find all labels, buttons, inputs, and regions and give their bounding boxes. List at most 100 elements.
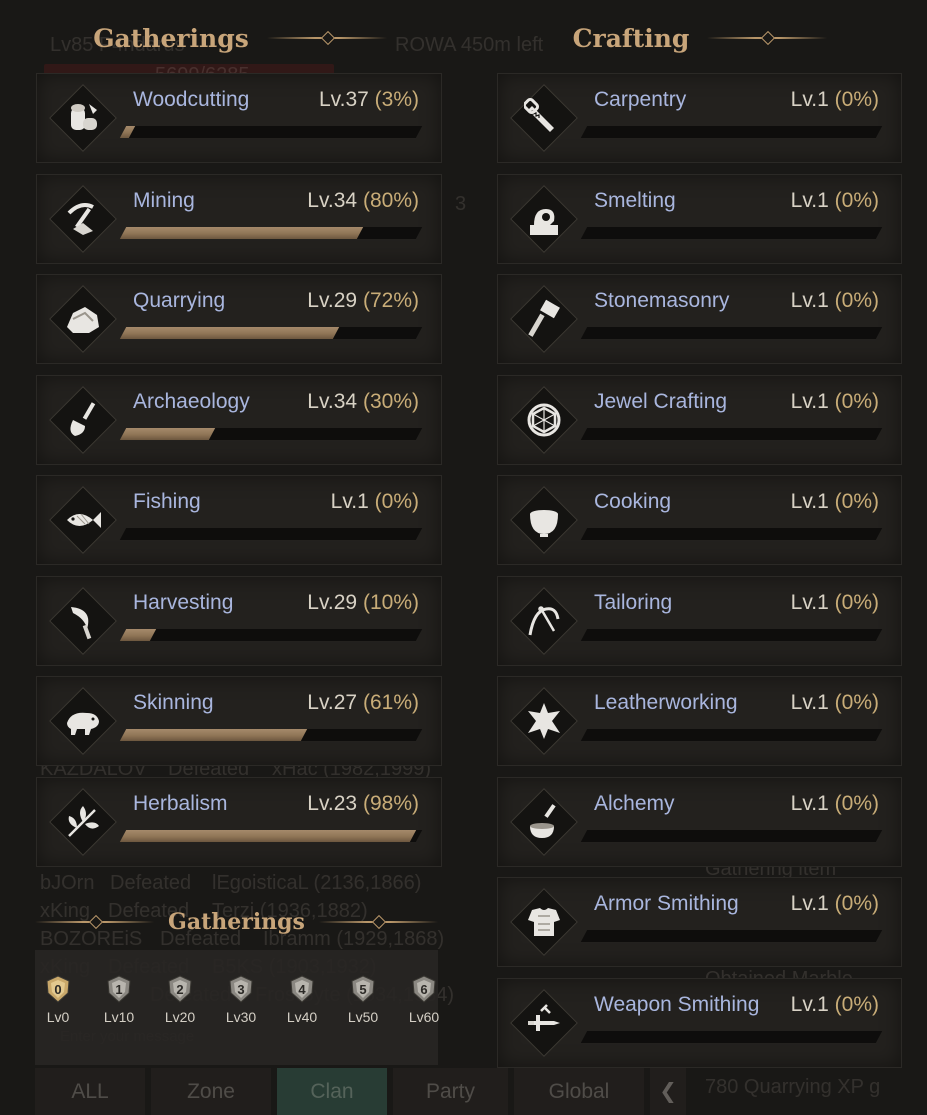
skill-card-archaeology[interactable]: Archaeology Lv.34 (30%): [36, 374, 442, 465]
chat-tab-all[interactable]: ALL: [35, 1068, 145, 1115]
skill-level-value: Lv.1: [790, 289, 829, 312]
milestones-header-label: Gatherings: [168, 909, 305, 935]
skill-icon-frame: [510, 787, 578, 856]
skill-name: Tailoring: [594, 590, 673, 614]
ornament-divider: [707, 37, 828, 39]
skill-card-mining[interactable]: Mining Lv.34 (80%): [36, 173, 442, 264]
skill-level-value: Lv.1: [330, 490, 369, 513]
skill-name: Skinning: [133, 691, 214, 714]
skill-level-value: Lv.1: [790, 892, 829, 915]
skill-progress-fill: [119, 126, 136, 138]
skill-progress-bar: [119, 427, 423, 440]
skill-name: Carpentry: [594, 88, 687, 111]
gathering-header: Gatherings: [40, 18, 440, 58]
skill-progress-bar: [119, 226, 423, 239]
ornament-divider: [35, 921, 155, 923]
milestone-lv60[interactable]: 6 Lv60: [399, 975, 449, 1025]
milestone-lv30[interactable]: 3 Lv30: [216, 975, 266, 1025]
ornament-divider: [266, 37, 387, 39]
skill-level: Lv.1 (0%): [791, 289, 879, 313]
milestone-lv50[interactable]: 5 Lv50: [338, 975, 388, 1025]
skill-icon-frame: [510, 84, 578, 152]
skill-card-smelting[interactable]: Smelting Lv.1 (0%): [497, 173, 902, 264]
boar-icon: [67, 712, 99, 735]
skill-progress-bar: [580, 226, 883, 239]
skill-card-leatherworking[interactable]: Leatherworking Lv.1 (0%): [497, 676, 902, 766]
chat-tabs: ALL Zone Clan Party Global ❮: [35, 1068, 686, 1115]
skill-card-herbalism[interactable]: Herbalism Lv.23 (98%): [36, 776, 442, 867]
skill-icon-frame: [510, 385, 578, 454]
skill-card-armor-smithing[interactable]: Armor Smithing Lv.1 (0%): [497, 877, 902, 967]
stone-icon: [67, 307, 99, 333]
skill-progress-fill: [119, 829, 417, 842]
skill-level: Lv.1 (0%): [331, 490, 419, 514]
skill-progress-fill: [580, 729, 588, 741]
skill-level-value: Lv.29: [307, 289, 358, 312]
skill-name: Cooking: [594, 490, 672, 513]
shovel-icon: [70, 401, 96, 436]
skill-level-percent: (0%): [834, 892, 879, 915]
skill-card-carpentry[interactable]: Carpentry Lv.1 (0%): [497, 73, 902, 163]
skill-name: Woodcutting: [133, 88, 250, 111]
milestone-lv20[interactable]: 2 Lv20: [155, 975, 205, 1025]
skill-level-percent: (0%): [374, 490, 419, 513]
skill-card-jewel-crafting[interactable]: Jewel Crafting Lv.1 (0%): [497, 374, 902, 465]
skill-progress-fill: [119, 628, 156, 641]
milestone-label: Lv20: [164, 1009, 196, 1025]
milestone-label: Lv40: [286, 1009, 318, 1025]
skill-progress-bar: [580, 427, 883, 440]
skill-icon-frame: [49, 486, 117, 554]
chat-tab-zone[interactable]: Zone: [151, 1068, 271, 1115]
skill-card-fishing[interactable]: Fishing Lv.1 (0%): [36, 475, 442, 565]
skill-level-value: Lv.1: [790, 188, 829, 212]
skill-progress-fill: [119, 528, 127, 540]
skill-name: Weapon Smithing: [594, 992, 760, 1016]
skill-level-percent: (0%): [834, 490, 879, 513]
skill-progress-bar: [119, 327, 423, 339]
bg-text: 780 Quarrying XP g: [705, 1076, 881, 1098]
skill-level: Lv.1 (0%): [791, 792, 879, 816]
skill-icon-frame: [510, 988, 578, 1057]
skill-card-tailoring[interactable]: Tailoring Lv.1 (0%): [497, 575, 902, 666]
milestone-lv0[interactable]: 0 Lv0: [33, 975, 83, 1025]
bg-text: 3: [455, 193, 467, 215]
skill-progress-bar: [580, 628, 883, 641]
log-icon: [71, 104, 97, 130]
hammer-icon: [528, 299, 560, 337]
milestone-lv10[interactable]: 1 Lv10: [94, 975, 144, 1025]
skill-level: Lv.23 (98%): [307, 792, 419, 816]
furnace-icon: [530, 208, 558, 235]
skill-level-value: Lv.27: [307, 691, 358, 714]
skill-icon-frame: [49, 687, 117, 755]
chat-tab-clan[interactable]: Clan: [277, 1068, 387, 1115]
armor-icon: [528, 908, 560, 936]
skill-card-alchemy[interactable]: Alchemy Lv.1 (0%): [497, 776, 902, 867]
skill-level-percent: (61%): [362, 691, 419, 714]
skill-card-stonemasonry[interactable]: Stonemasonry Lv.1 (0%): [497, 274, 902, 364]
skill-level-percent: (0%): [834, 992, 879, 1016]
gathering-header-label: Gatherings: [93, 23, 249, 53]
skill-icon-frame: [49, 285, 117, 353]
skill-card-weapon-smithing[interactable]: Weapon Smithing Lv.1 (0%): [497, 977, 902, 1068]
chat-tab-party[interactable]: Party: [393, 1068, 508, 1115]
skill-card-woodcutting[interactable]: Woodcutting Lv.37 (3%): [36, 73, 442, 163]
skill-card-quarrying[interactable]: Quarrying Lv.29 (72%): [36, 274, 442, 364]
skill-card-harvesting[interactable]: Harvesting Lv.29 (10%): [36, 575, 442, 666]
skill-progress-fill: [119, 729, 307, 741]
skill-level-percent: (0%): [834, 188, 879, 212]
skill-card-skinning[interactable]: Skinning Lv.27 (61%): [36, 676, 442, 766]
milestone-badge-icon: 5: [349, 975, 377, 1003]
skill-progress-fill: [580, 327, 588, 339]
skill-name: Archaeology: [133, 389, 250, 413]
skill-progress-fill: [580, 427, 588, 440]
skill-level-percent: (0%): [834, 590, 879, 614]
chat-tab-global[interactable]: Global: [514, 1068, 644, 1115]
chat-tabs-collapse-arrow[interactable]: ❮: [650, 1068, 686, 1115]
milestone-lv40[interactable]: 4 Lv40: [277, 975, 327, 1025]
skill-level: Lv.29 (10%): [307, 591, 419, 615]
skill-card-cooking[interactable]: Cooking Lv.1 (0%): [497, 475, 902, 565]
bg-text: bJOrn: [40, 872, 95, 894]
gem-icon: [527, 403, 561, 436]
skill-progress-fill: [119, 226, 363, 239]
skill-name: Herbalism: [133, 791, 228, 815]
